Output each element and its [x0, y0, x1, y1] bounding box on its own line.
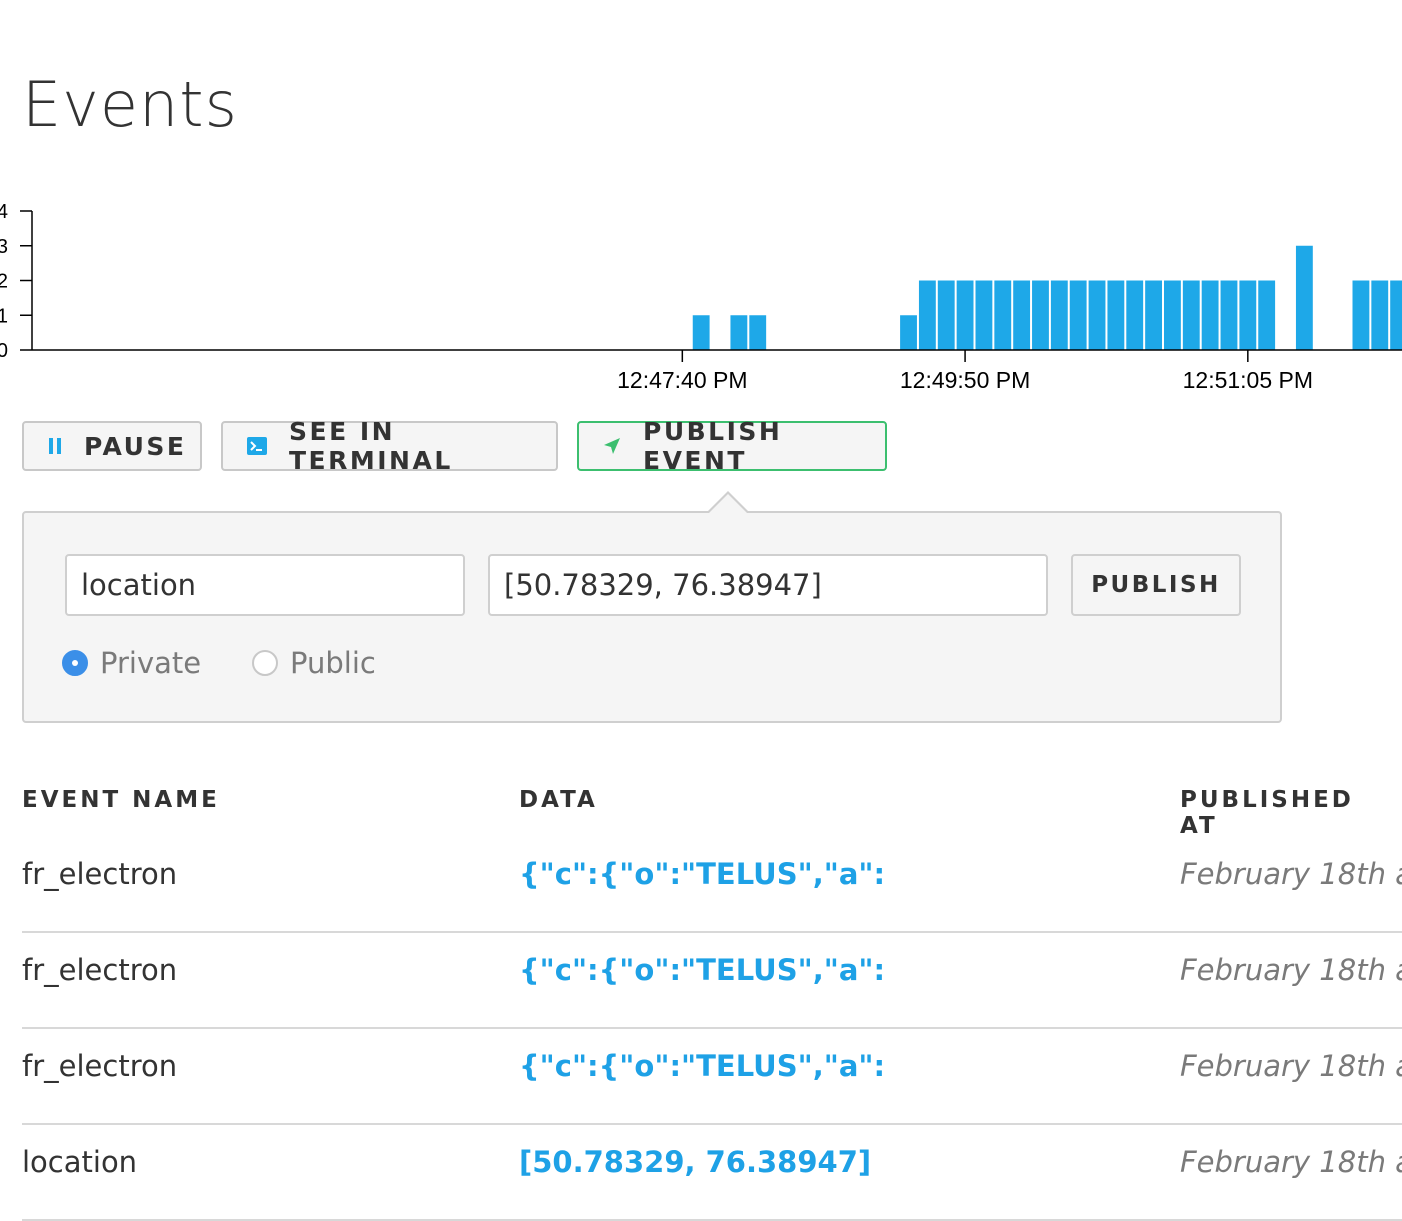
published-at-cell: February 18th a: [1180, 1145, 1402, 1179]
chart-bar: [1126, 280, 1144, 350]
publish-event-label: PUBLISH EVENT: [643, 417, 783, 475]
chart-bar: [956, 280, 974, 350]
published-at-cell: February 18th a: [1180, 1049, 1402, 1083]
event-name-input[interactable]: [65, 554, 465, 616]
event-data-link[interactable]: {"c":{"o":"TELUS","a":: [519, 857, 885, 891]
event-data-link[interactable]: {"c":{"o":"TELUS","a":: [519, 1049, 885, 1083]
chart-bar: [1013, 280, 1031, 350]
radio-unselected-icon: [252, 650, 278, 676]
chart-bar: [1220, 280, 1238, 350]
y-tick-label: 4: [0, 201, 8, 223]
chart-bar: [1050, 280, 1068, 350]
panel-caret-fill: [709, 494, 747, 513]
event-data-input[interactable]: [488, 554, 1048, 616]
chart-bar: [1352, 280, 1370, 350]
x-tick-label: 12:47:40 PM: [617, 367, 747, 393]
chart-bar: [918, 280, 936, 350]
chart-bar: [1239, 280, 1257, 350]
chart-bar: [1088, 280, 1106, 350]
y-tick-label: 3: [0, 236, 8, 258]
published-at-cell: February 18th a: [1180, 953, 1402, 987]
chart-bar: [1295, 245, 1313, 350]
see-in-terminal-button[interactable]: SEE IN TERMINAL: [221, 417, 558, 475]
pause-button[interactable]: PAUSE: [22, 421, 202, 471]
chart-bar: [1182, 280, 1200, 350]
public-radio[interactable]: Public: [252, 646, 376, 680]
chart-bar: [1032, 280, 1049, 350]
column-header-published-at: PUBLISHED AT: [1180, 787, 1354, 839]
chart-bar: [994, 280, 1012, 350]
chart-bar: [1371, 280, 1389, 350]
event-name-cell: fr_electron: [22, 857, 178, 891]
chart-bar: [1145, 280, 1162, 350]
private-label: Private: [100, 646, 202, 680]
table-row[interactable]: fr_electron {"c":{"o":"TELUS","a": Febru…: [22, 1027, 1402, 1125]
publish-button[interactable]: PUBLISH: [1071, 554, 1241, 616]
table-row[interactable]: fr_electron {"c":{"o":"TELUS","a": Febru…: [22, 835, 1402, 933]
published-at-cell: February 18th a: [1180, 857, 1402, 891]
chart-bar: [900, 315, 917, 350]
chart-bar: [975, 280, 993, 350]
pause-label: PAUSE: [84, 431, 187, 461]
chart-bar: [730, 315, 748, 350]
event-name-cell: fr_electron: [22, 953, 178, 987]
table-row[interactable]: location [50.78329, 76.38947] February 1…: [22, 1123, 1402, 1221]
radio-selected-icon: [62, 650, 88, 676]
event-name-cell: location: [22, 1145, 138, 1179]
terminal-label: SEE IN TERMINAL: [289, 417, 453, 475]
chart-bar: [1107, 280, 1125, 350]
page-title: Events: [22, 67, 238, 141]
public-label: Public: [290, 646, 376, 680]
chart-bar: [1390, 280, 1402, 350]
send-icon: [603, 437, 621, 455]
x-tick-label: 12:49:50 PM: [900, 367, 1030, 393]
y-tick-label: 1: [0, 305, 8, 327]
publish-event-button[interactable]: PUBLISH EVENT: [577, 417, 887, 475]
publish-panel: PUBLISH Private Public: [22, 511, 1282, 723]
terminal-icon: [247, 437, 267, 455]
private-radio[interactable]: Private: [62, 646, 201, 680]
chart-bar: [1258, 280, 1276, 350]
events-histogram: 0 1 2 3 4 12:47:40 PM 12:49:50 PM 12:51:05 PM: [0, 201, 1402, 393]
y-tick-label: 2: [0, 271, 8, 293]
column-header-data: DATA: [519, 787, 598, 813]
x-tick-label: 12:51:05 PM: [1183, 367, 1313, 393]
chart-bar: [1201, 280, 1219, 350]
y-tick-label: 0: [0, 340, 8, 362]
chart-bar: [692, 315, 710, 350]
event-data-link[interactable]: {"c":{"o":"TELUS","a":: [519, 953, 885, 987]
table-row[interactable]: fr_electron {"c":{"o":"TELUS","a": Febru…: [22, 931, 1402, 1029]
chart-bar: [749, 315, 767, 350]
chart-bar: [1164, 280, 1181, 350]
column-header-event-name: EVENT NAME: [22, 787, 220, 813]
chart-bar: [937, 280, 955, 350]
pause-icon: [48, 437, 62, 455]
event-data-link[interactable]: [50.78329, 76.38947]: [519, 1145, 871, 1179]
chart-bar: [1069, 280, 1087, 350]
event-name-cell: fr_electron: [22, 1049, 178, 1083]
